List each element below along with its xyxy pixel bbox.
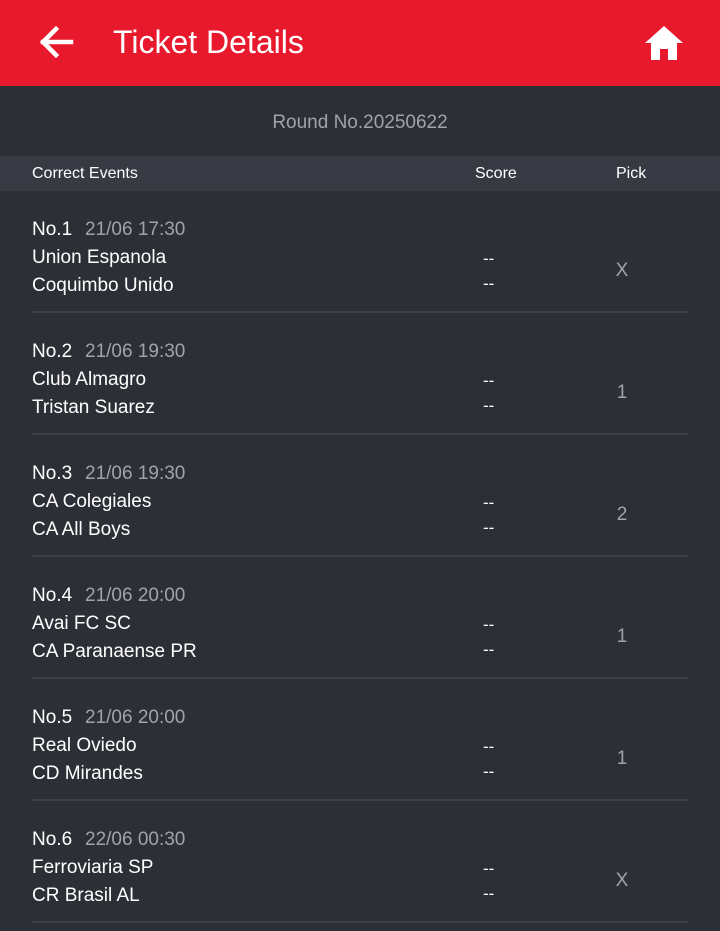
home-score: --	[483, 493, 495, 512]
away-score: --	[483, 762, 495, 781]
column-header-events: Correct Events	[32, 165, 138, 182]
match-number: No.6	[32, 829, 73, 850]
match-number: No.4	[32, 585, 73, 606]
home-score: --	[483, 615, 495, 634]
match-time: 21/06 19:30	[85, 341, 186, 362]
match-row: No.5 21/06 20:00 Real Oviedo CD Mirandes…	[0, 679, 720, 801]
away-score: --	[483, 274, 495, 293]
home-team: CA Colegiales	[32, 491, 152, 512]
home-team: Real Oviedo	[32, 735, 137, 756]
away-team: CR Brasil AL	[32, 885, 140, 906]
home-button[interactable]	[638, 18, 690, 68]
away-team: CD Mirandes	[32, 763, 143, 784]
home-icon	[645, 26, 683, 60]
match-time: 21/06 17:30	[85, 219, 186, 240]
away-score: --	[483, 396, 495, 415]
match-row: No.3 21/06 19:30 CA Colegiales CA All Bo…	[0, 435, 720, 557]
home-team: Club Almagro	[32, 369, 147, 390]
pick-value: X	[615, 870, 629, 891]
away-score: --	[483, 518, 495, 537]
column-header-row: Correct Events Score Pick	[0, 156, 720, 191]
home-score: --	[483, 859, 495, 878]
page-title: Ticket Details	[113, 24, 304, 60]
away-team: Coquimbo Unido	[32, 275, 174, 296]
away-team: CA Paranaense PR	[32, 641, 197, 662]
column-header-pick: Pick	[616, 165, 647, 182]
home-score: --	[483, 249, 495, 268]
match-time: 21/06 20:00	[85, 585, 186, 606]
home-team: Union Espanola	[32, 247, 167, 268]
match-row: No.6 22/06 00:30 Ferroviaria SP CR Brasi…	[0, 801, 720, 923]
match-time: 21/06 19:30	[85, 463, 186, 484]
home-team: Avai FC SC	[32, 613, 131, 634]
match-number: No.2	[32, 341, 73, 362]
away-team: Tristan Suarez	[32, 397, 155, 418]
row-divider	[32, 921, 688, 923]
pick-value: X	[615, 260, 629, 281]
match-number: No.3	[32, 463, 73, 484]
home-score: --	[483, 371, 495, 390]
pick-value: 1	[616, 748, 628, 769]
match-time: 21/06 20:00	[85, 707, 186, 728]
away-score: --	[483, 640, 495, 659]
back-button[interactable]	[32, 20, 80, 64]
pick-value: 2	[616, 504, 628, 525]
match-row: No.4 21/06 20:00 Avai FC SC CA Paranaens…	[0, 557, 720, 679]
ticket-details-screen: Ticket Details Round No.20250622 Correct…	[0, 0, 720, 931]
pick-value: 1	[616, 626, 628, 647]
away-score: --	[483, 884, 495, 903]
home-team: Ferroviaria SP	[32, 857, 154, 878]
match-row: No.2 21/06 19:30 Club Almagro Tristan Su…	[0, 313, 720, 435]
match-row: No.1 21/06 17:30 Union Espanola Coquimbo…	[0, 191, 720, 313]
round-number: Round No.20250622	[272, 112, 448, 133]
match-number: No.1	[32, 219, 73, 240]
top-app-bar: Ticket Details	[0, 0, 720, 86]
home-score: --	[483, 737, 495, 756]
away-team: CA All Boys	[32, 519, 131, 540]
match-list: No.1 21/06 17:30 Union Espanola Coquimbo…	[0, 191, 720, 923]
pick-value: 1	[616, 382, 628, 403]
match-time: 22/06 00:30	[85, 829, 186, 850]
column-header-score: Score	[475, 165, 517, 182]
match-number: No.5	[32, 707, 73, 728]
arrow-left-icon	[39, 26, 74, 58]
